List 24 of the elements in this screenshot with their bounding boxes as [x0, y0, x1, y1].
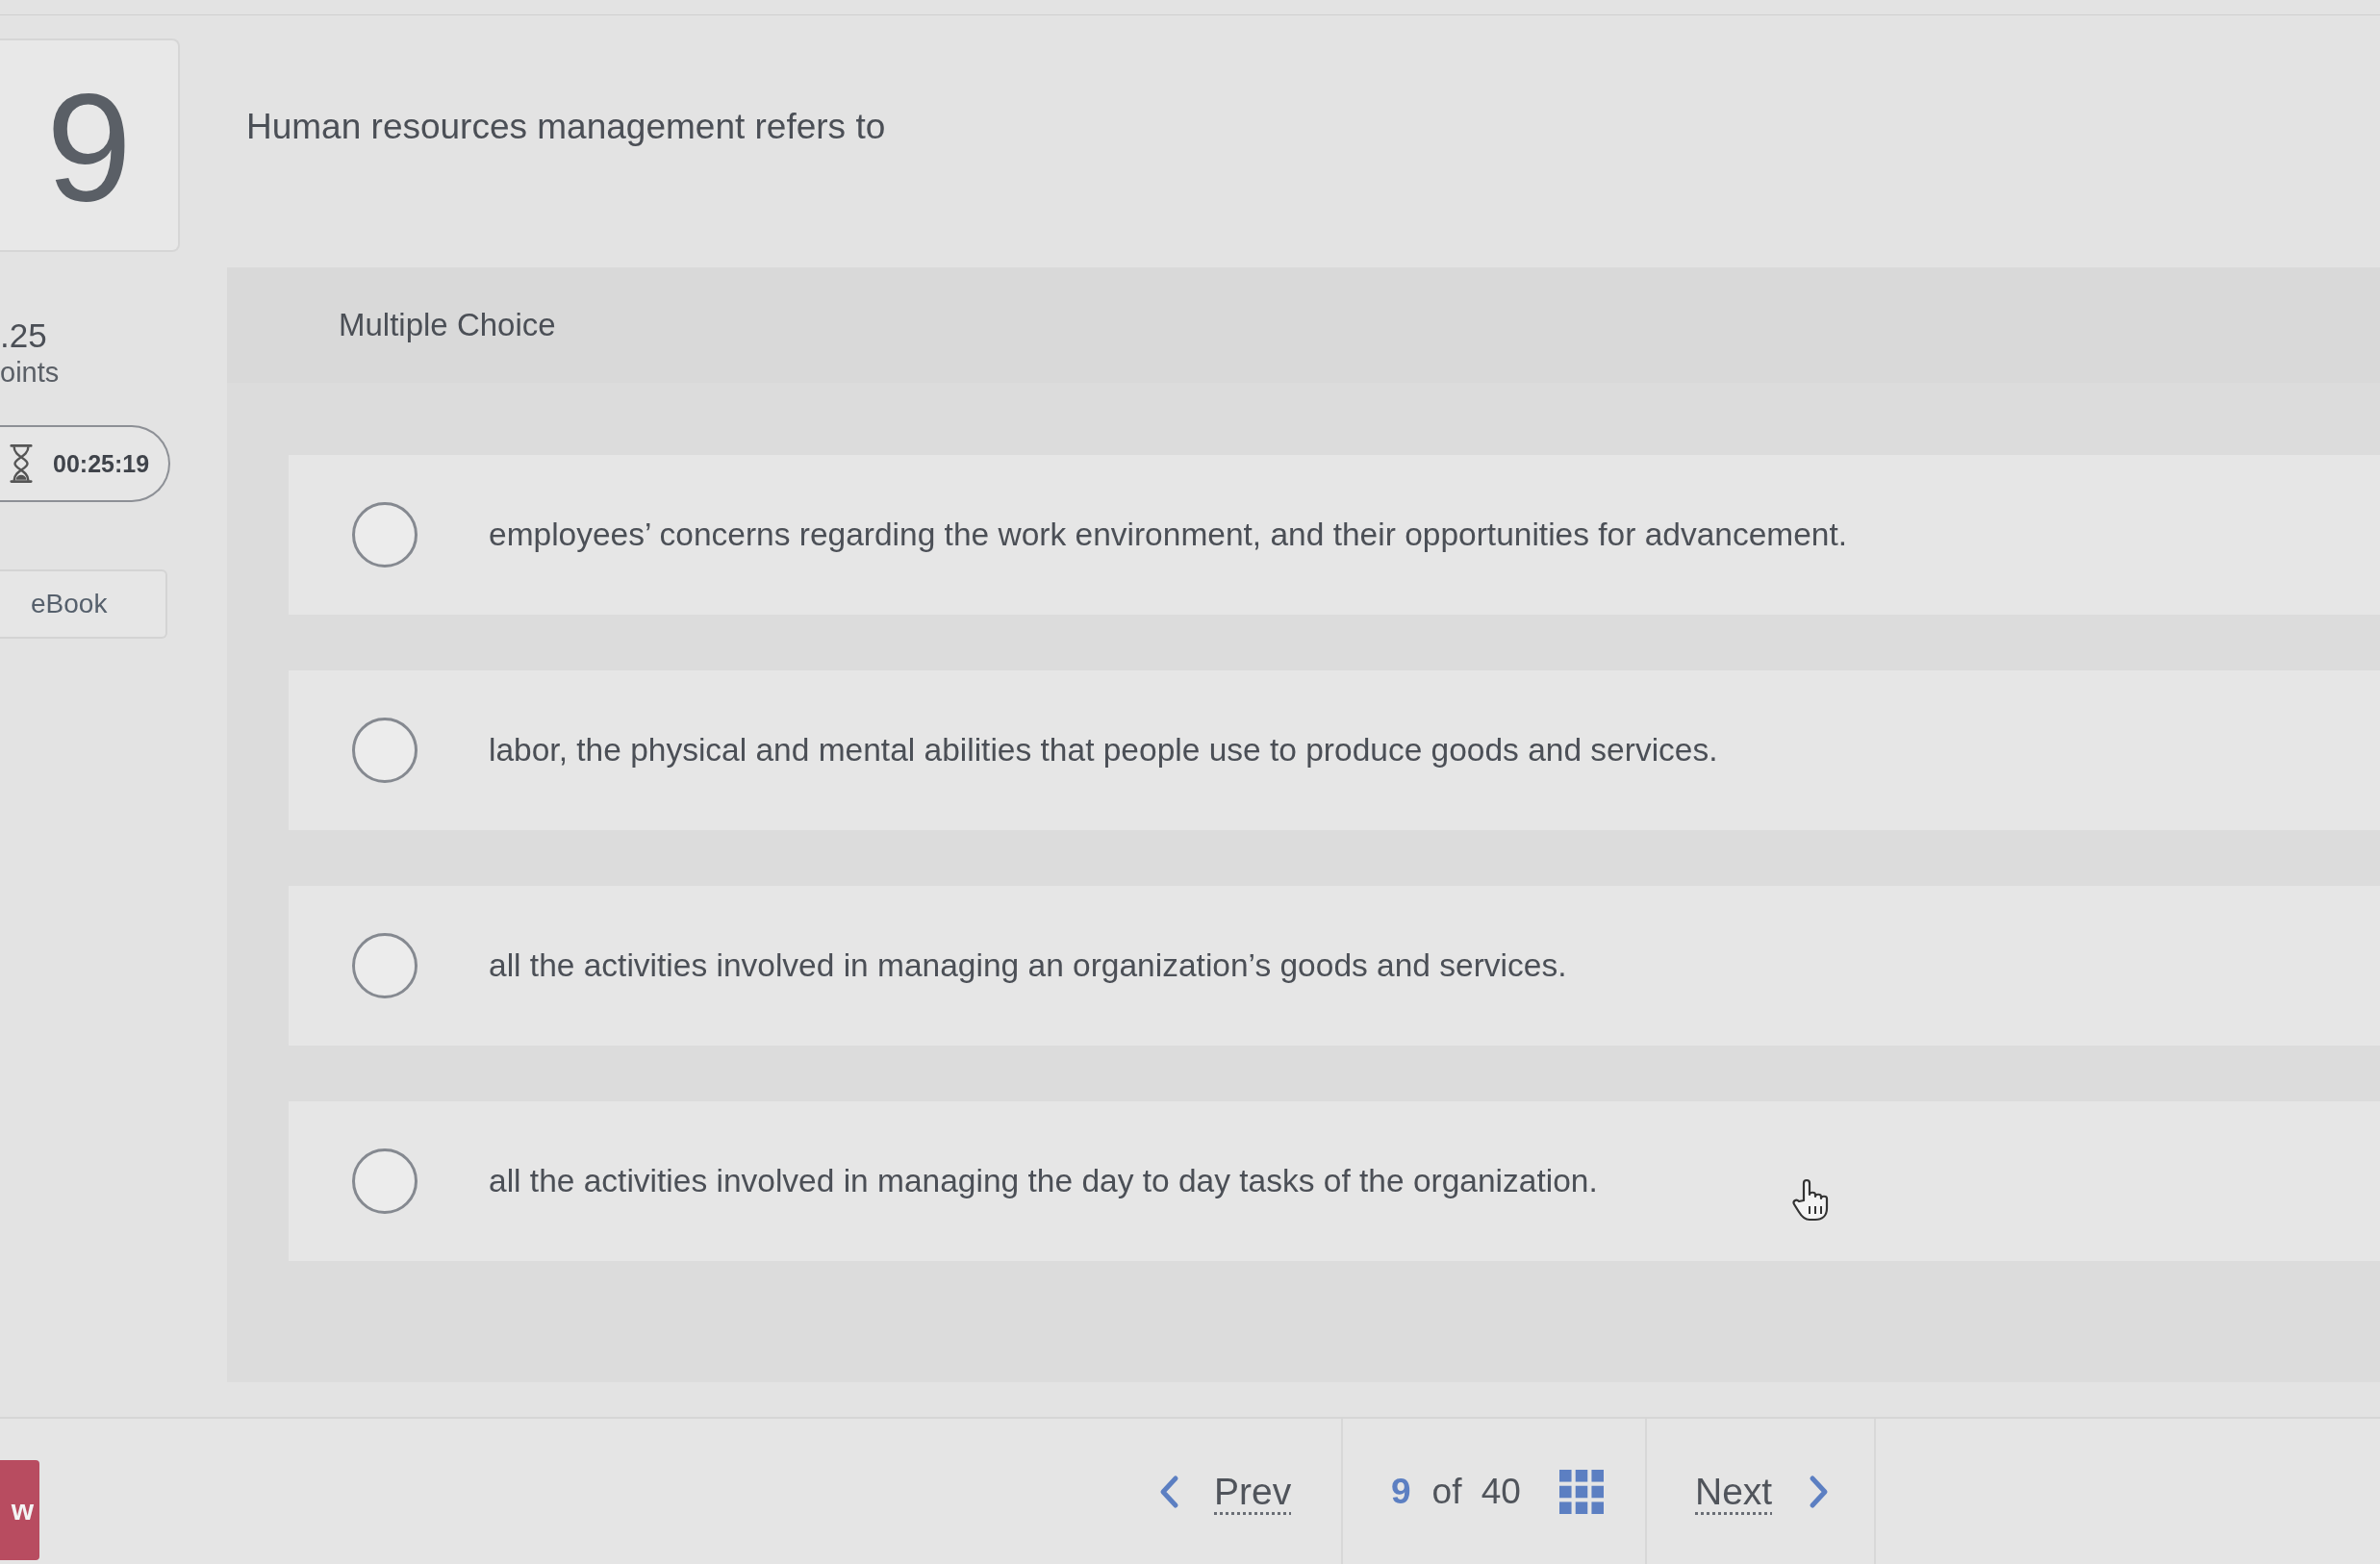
points-value: .25 [0, 315, 47, 356]
pointer-hand-icon [1791, 1177, 1830, 1222]
answer-text: employees’ concerns regarding the work environment, and their opportunities for advancement. [489, 516, 1848, 554]
answer-text: labor, the physical and mental abilities that people use to produce goods and services. [489, 731, 1718, 769]
question-text: Human resources management refers to [246, 106, 886, 148]
question-number: 9 [0, 38, 180, 252]
timer-text: 00:25:19 [53, 449, 150, 478]
answer-option[interactable]: all the activities involved in managing the day to day tasks of the organization. [289, 1101, 2380, 1261]
answer-option[interactable]: labor, the physical and mental abilities that people use to produce goods and services. [289, 670, 2380, 830]
question-type-header: Multiple Choice [227, 267, 2380, 383]
answer-option[interactable]: employees’ concerns regarding the work environment, and their opportunities for advancement. [289, 455, 2380, 615]
points-label: oints [0, 356, 60, 389]
prev-button[interactable]: Prev [1158, 1470, 1292, 1513]
next-button[interactable]: Next [1695, 1470, 1831, 1513]
question-count-text: of 40 [1431, 1471, 1521, 1512]
answer-text: all the activities involved in managing the day to day tasks of the organization. [489, 1162, 1598, 1200]
grid-icon[interactable] [1558, 1469, 1604, 1514]
ebook-button[interactable]: eBook [0, 569, 167, 639]
current-question-number: 9 [1391, 1471, 1411, 1512]
side-tab-button[interactable]: w [0, 1460, 39, 1560]
answer-option[interactable]: all the activities involved in managing an organization’s goods and services. [289, 886, 2380, 1046]
chevron-left-icon [1158, 1474, 1179, 1509]
answer-text: all the activities involved in managing an organization’s goods and services. [489, 946, 1567, 985]
hourglass-icon [9, 443, 34, 484]
